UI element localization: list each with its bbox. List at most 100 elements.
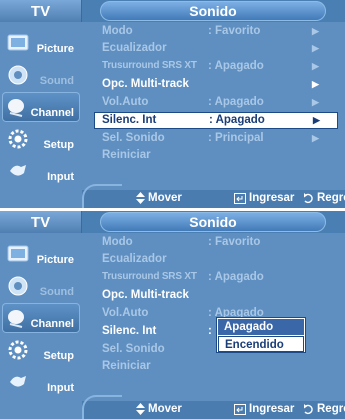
hint-move-label: Mover [148, 192, 182, 204]
picture-icon [6, 31, 30, 55]
menu-item-volauto[interactable]: Vol.Auto : Apagado ▶ [90, 95, 345, 111]
hint-return-label: Regresar [317, 403, 345, 415]
menu-item-label: Modo [102, 236, 133, 248]
menu-item-label: Vol.Auto [102, 96, 149, 108]
menu-item-value: : Apagado [208, 60, 264, 72]
tab-sound[interactable]: Sound [2, 271, 80, 301]
setup-icon [6, 127, 30, 151]
menu-item-value: : [208, 325, 212, 337]
hint-move: Mover [136, 403, 182, 415]
picture-icon [6, 242, 30, 266]
tab-setup[interactable]: Setup [2, 124, 80, 154]
tab-label: Channel [30, 318, 74, 330]
hint-move: Mover [136, 192, 182, 204]
silenc-int-dropdown: Apagado Encendido [216, 317, 306, 353]
menu-item-trusurround[interactable]: Trusurround SRS XT : Apagado ▶ [90, 59, 345, 75]
arrow-right-icon: ▶ [312, 26, 319, 36]
menu-item-label: Reiniciar [102, 149, 151, 161]
menu-item-ecualizador[interactable]: Ecualizador [90, 252, 345, 268]
sound-icon [6, 274, 30, 298]
arrow-right-icon: ▶ [312, 79, 319, 89]
osd-panel-sound-menu-dropdown: TV Sonido Picture Sound Channel Setup In… [0, 211, 345, 419]
tab-label: Channel [30, 107, 74, 119]
tab-label: Picture [36, 43, 74, 55]
tab-channel[interactable]: Channel [2, 303, 80, 333]
arrow-right-icon: ▶ [312, 97, 319, 107]
option-encendido[interactable]: Encendido [218, 336, 304, 352]
tab-label: Setup [43, 350, 74, 362]
tab-sound[interactable]: Sound [2, 60, 80, 90]
arrow-right-icon: ▶ [312, 133, 319, 143]
enter-icon [234, 403, 246, 415]
menu-title: Sonido [100, 1, 326, 21]
menu-item-modo[interactable]: Modo : Favorito ▶ [90, 24, 345, 40]
tv-header-label: TV [0, 211, 82, 233]
menu-item-multitrack[interactable]: Opc. Multi-track [90, 288, 345, 304]
sound-menu-list: Modo : Favorito ▶ Ecualizador ▶ Trusurro… [90, 22, 345, 190]
tab-channel[interactable]: Channel [2, 92, 80, 122]
menu-item-modo[interactable]: Modo : Favorito [90, 235, 345, 251]
input-icon [6, 370, 30, 394]
tab-setup[interactable]: Setup [2, 335, 80, 365]
hint-enter: Ingresar [234, 403, 294, 415]
footer-corner-decoration [82, 395, 122, 419]
menu-item-reiniciar[interactable]: Reiniciar [90, 359, 345, 375]
hint-return: Regresar [303, 192, 345, 204]
option-apagado[interactable]: Apagado [218, 319, 304, 335]
menu-item-label: Sel. Sonido [102, 343, 165, 355]
tab-label: Input [47, 171, 74, 183]
menu-item-multitrack[interactable]: Opc. Multi-track ▶ [90, 77, 345, 93]
hint-move-label: Mover [148, 403, 182, 415]
hint-enter: Ingresar [234, 192, 294, 204]
tab-input[interactable]: Input [2, 156, 80, 186]
category-tabs: Picture Sound Channel Setup Input [0, 22, 82, 190]
hint-return-label: Regresar [317, 192, 345, 204]
menu-item-reiniciar[interactable]: Reiniciar [90, 148, 345, 164]
hint-enter-label: Ingresar [249, 403, 295, 415]
menu-item-label: Silenc. Int [102, 325, 157, 337]
menu-title: Sonido [100, 212, 326, 232]
updown-arrows-icon [136, 192, 145, 204]
arrow-right-icon: ▶ [312, 43, 319, 53]
menu-item-sel-sonido[interactable]: Sel. Sonido : Principal ▶ [90, 131, 345, 147]
menu-item-label: Silenc. Int [102, 114, 157, 126]
menu-item-value: : Apagado [208, 96, 264, 108]
menu-item-label: Ecualizador [102, 253, 167, 265]
tab-picture[interactable]: Picture [2, 28, 80, 58]
tab-input[interactable]: Input [2, 367, 80, 397]
menu-item-value: : Apagado [209, 114, 265, 126]
sound-menu-list: Modo : Favorito Ecualizador Trusurround … [90, 233, 345, 401]
tab-label: Setup [43, 139, 74, 151]
footer-hints: Mover Ingresar Regresar [82, 395, 345, 419]
arrow-right-icon: ▶ [312, 61, 319, 71]
menu-item-silenc-int[interactable]: Silenc. Int : Apagado ▶ [94, 112, 338, 129]
footer-hints: Mover Ingresar Regresar [82, 184, 345, 208]
hint-return: Regresar [303, 403, 345, 415]
tab-label: Sound [39, 286, 74, 298]
input-icon [6, 159, 30, 183]
osd-panel-sound-menu: TV Sonido Picture Sound Channel Setup In… [0, 0, 345, 208]
menu-item-label: Trusurround SRS XT [102, 271, 197, 282]
return-icon [304, 403, 313, 414]
tab-picture[interactable]: Picture [2, 239, 80, 269]
menu-item-label: Vol.Auto [102, 307, 149, 319]
tv-header-label: TV [0, 0, 82, 22]
category-tabs: Picture Sound Channel Setup Input [0, 233, 82, 401]
setup-icon [6, 338, 30, 362]
menu-item-trusurround[interactable]: Trusurround SRS XT : Apagado [90, 270, 345, 286]
menu-item-label: Sel. Sonido [102, 132, 165, 144]
return-icon [304, 192, 313, 203]
menu-item-ecualizador[interactable]: Ecualizador ▶ [90, 41, 345, 57]
menu-item-label: Opc. Multi-track [102, 78, 189, 90]
menu-item-value: : Favorito [208, 25, 261, 37]
hint-enter-label: Ingresar [249, 192, 295, 204]
tab-label: Sound [39, 75, 74, 87]
channel-icon [6, 95, 30, 119]
menu-item-value: : Principal [208, 132, 264, 144]
channel-icon [6, 306, 30, 330]
tab-label: Input [47, 382, 74, 394]
updown-arrows-icon [136, 403, 145, 415]
footer-corner-decoration [82, 184, 122, 208]
menu-item-value: : Favorito [208, 236, 261, 248]
menu-item-label: Trusurround SRS XT [102, 60, 197, 71]
